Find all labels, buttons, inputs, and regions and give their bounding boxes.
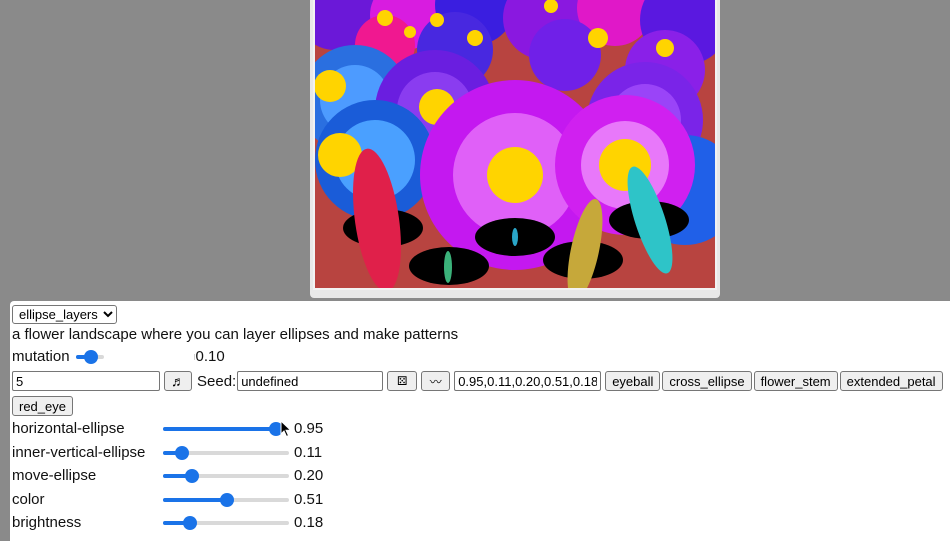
- slider-label: move-ellipse: [12, 467, 97, 484]
- move-ellipse-slider[interactable]: [163, 468, 289, 484]
- slider-thumb[interactable]: [175, 445, 189, 460]
- slider-row: horizontal-ellipse 0.95: [12, 420, 323, 437]
- pattern-button-eyeball[interactable]: eyeball: [605, 371, 661, 391]
- brightness-slider[interactable]: [163, 515, 289, 531]
- params-input[interactable]: [454, 371, 602, 391]
- description-text: a flower landscape where you can layer e…: [12, 326, 459, 343]
- preset-select[interactable]: ellipse_layers: [12, 305, 117, 324]
- music-note-icon: ♬: [171, 373, 185, 389]
- slider-value: 0.95: [294, 420, 324, 437]
- inner-vertical-ellipse-slider[interactable]: [163, 445, 289, 461]
- artwork-canvas[interactable]: [313, 0, 717, 290]
- wave-button[interactable]: 〰: [421, 371, 451, 391]
- color-slider[interactable]: [163, 492, 289, 508]
- slider-row: inner-vertical-ellipse 0.11: [12, 444, 322, 461]
- randomize-seed-button[interactable]: ⚄: [387, 371, 418, 391]
- slider-value: 0.18: [294, 514, 324, 531]
- slider-row: color 0.51: [12, 491, 323, 508]
- slider-label: brightness: [12, 514, 82, 531]
- slider-row: move-ellipse 0.20: [12, 467, 323, 484]
- seed-label: Seed:: [197, 372, 237, 390]
- slider-label: horizontal-ellipse: [12, 420, 125, 437]
- mutation-slider-thumb[interactable]: [83, 349, 98, 364]
- pattern-button-cross-ellipse[interactable]: cross_ellipse: [662, 371, 752, 391]
- slider-label: inner-vertical-ellipse: [12, 444, 146, 461]
- horizontal-ellipse-slider[interactable]: [163, 421, 289, 437]
- slider-label: color: [12, 491, 45, 508]
- pattern-button-red-eye[interactable]: red_eye: [12, 396, 73, 416]
- pattern-button-flower-stem[interactable]: flower_stem: [753, 371, 838, 391]
- seed-input[interactable]: [237, 371, 384, 391]
- control-panel: ellipse_layers a flower landscape where …: [10, 301, 950, 541]
- mouse-cursor-icon: [280, 420, 292, 438]
- slider-thumb[interactable]: [183, 515, 197, 530]
- mutation-value: 0.10: [195, 348, 225, 365]
- mutation-label: mutation: [12, 348, 70, 365]
- flower-artwork: [315, 0, 715, 288]
- slider-thumb[interactable]: [185, 468, 199, 483]
- slider-value: 0.11: [294, 444, 323, 461]
- slider-value: 0.20: [294, 467, 324, 484]
- dice-icon: ⚄: [396, 374, 408, 388]
- pattern-button-extended-petal[interactable]: extended_petal: [839, 371, 943, 391]
- count-input[interactable]: [12, 371, 160, 391]
- wave-icon: 〰: [429, 374, 442, 389]
- slider-thumb[interactable]: [220, 492, 234, 507]
- slider-row: brightness 0.18: [12, 514, 323, 531]
- music-button[interactable]: ♬: [164, 371, 192, 391]
- slider-value: 0.51: [294, 491, 324, 508]
- mutation-slider[interactable]: [75, 349, 104, 365]
